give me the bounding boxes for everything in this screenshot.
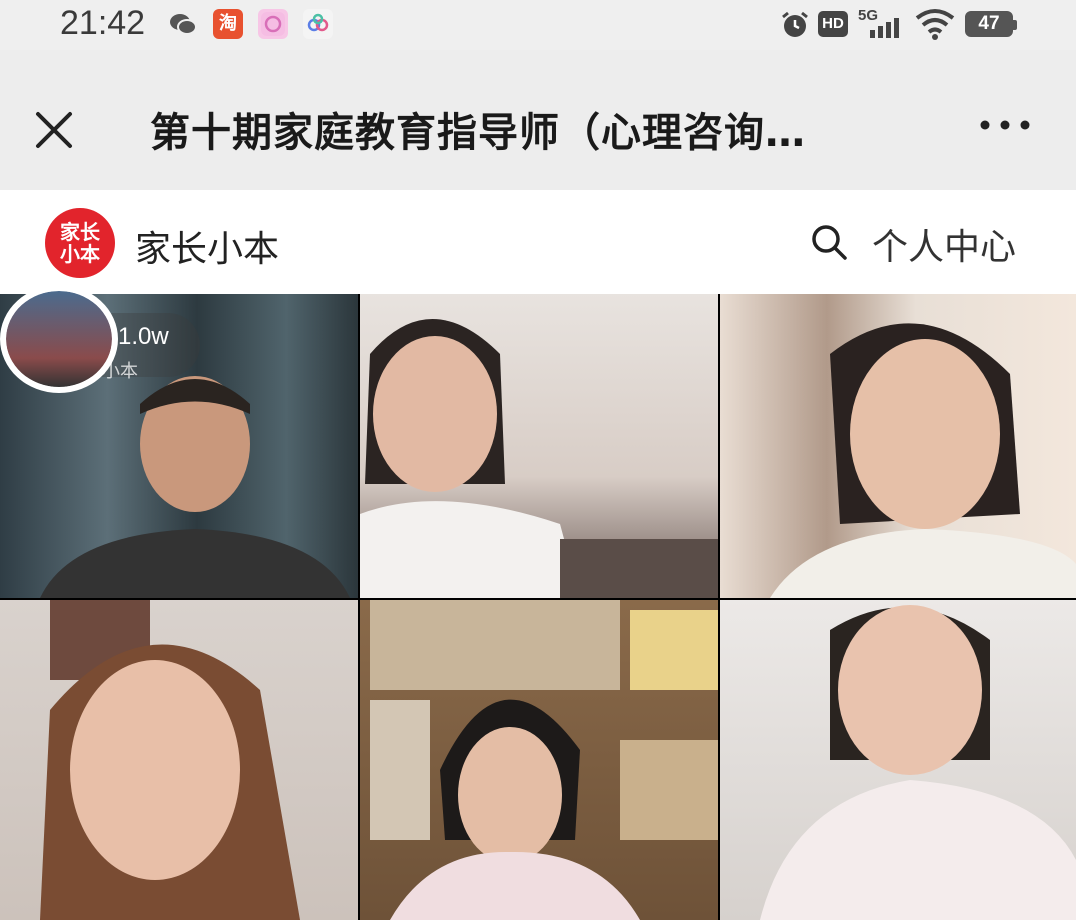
more-icon[interactable]: [975, 110, 1035, 140]
host-avatar-image: [6, 291, 112, 387]
title-bar: 第十期家庭教育指导师（心理咨询…: [0, 50, 1076, 190]
participant-video-6: [760, 605, 1076, 920]
video-grid: [0, 294, 1076, 920]
taobao-icon: 淘: [213, 9, 243, 39]
participant-tile-6[interactable]: [720, 600, 1076, 920]
personal-center-link[interactable]: 个人中心: [872, 218, 1016, 270]
wechat-icon: [170, 14, 197, 35]
brand-logo[interactable]: 家长小本: [45, 208, 115, 278]
participant-video-3: [770, 323, 1076, 598]
alarm-icon: [782, 11, 808, 37]
participant-video-4: [40, 600, 300, 920]
network-label: 5G: [858, 7, 878, 24]
cloud-icon: [303, 9, 333, 39]
battery-indicator: 47: [965, 11, 1017, 37]
page-title: 第十期家庭教育指导师（心理咨询…: [150, 110, 806, 156]
participant-video-5: [370, 600, 718, 920]
status-bar: 21:42 淘 HD 5G 47: [0, 0, 1076, 50]
signal-icon: 5G: [858, 7, 899, 38]
participant-tile-2[interactable]: [360, 294, 718, 598]
host-avatar[interactable]: [0, 285, 118, 393]
close-icon[interactable]: [30, 106, 78, 154]
search-icon[interactable]: [810, 223, 848, 261]
status-time: 21:42: [60, 4, 146, 42]
brand-name[interactable]: 家长小本: [135, 220, 279, 272]
host-overlay[interactable]: 1.0w 小本: [0, 285, 210, 393]
camera-icon: [258, 9, 288, 39]
participant-tile-4[interactable]: [0, 600, 358, 920]
brand-bar: 家长小本 家长小本 个人中心: [0, 190, 1076, 294]
participant-tile-5[interactable]: [360, 600, 718, 920]
participant-video-2: [360, 319, 718, 598]
host-name: 小本: [102, 361, 138, 382]
hd-badge: HD: [818, 11, 848, 37]
viewer-count: 1.0w: [118, 323, 169, 350]
participant-tile-3[interactable]: [720, 294, 1076, 598]
brand-logo-text: 家长小本: [60, 220, 100, 266]
wifi-icon: [915, 9, 955, 40]
